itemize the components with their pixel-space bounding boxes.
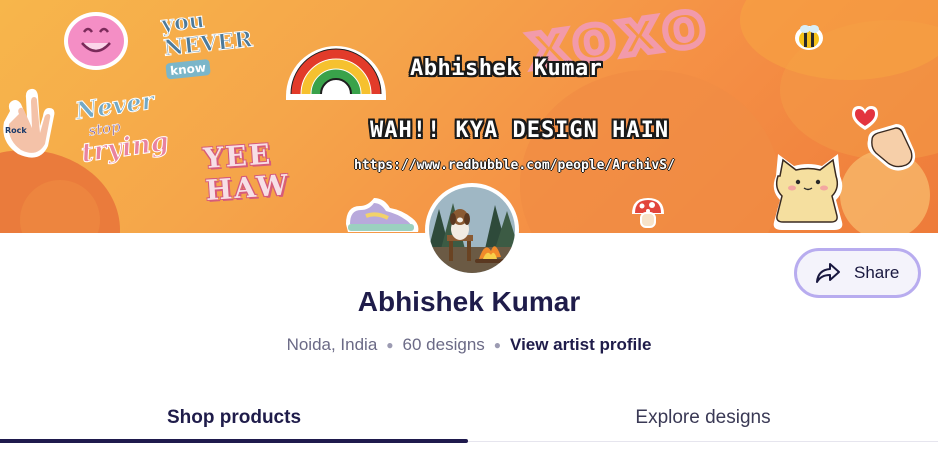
rock-label: Rock [5,126,27,135]
active-tab-indicator [0,439,468,443]
rock-hand-sticker: Rock [0,86,62,166]
profile-name: Abhishek Kumar [357,286,581,317]
profile-meta: Noida, India ● 60 designs ● View artist … [0,335,938,355]
heart-hand-icon [852,106,916,171]
profile-location: Noida, India [286,335,378,354]
yee-haw-sticker: YEE HAW [202,137,297,223]
profile-design-count: 60 designs [402,335,485,354]
share-label: Share [854,263,900,282]
smiley-icon [64,12,128,70]
share-arrow-icon [816,263,840,283]
separator-dot: ● [386,338,394,352]
never-know-word-3: know [165,59,211,80]
avatar-dog-campfire-icon [429,187,515,273]
sneaker-icon [346,198,419,232]
avatar[interactable] [425,183,519,277]
tab-shop-products[interactable]: Shop products [0,396,468,440]
tab-explore-designs[interactable]: Explore designs [468,396,938,440]
banner-title: Abhishek Kumar [410,56,603,81]
rainbow-icon [286,46,386,100]
banner-tagline: WAH!! KYA DESIGN HAIN [370,118,670,143]
mushroom-icon [632,198,664,228]
yeehaw-word-2: HAW [204,168,291,208]
bee-icon [795,25,823,50]
never-know-sticker: you NEVER know [159,4,258,113]
banner-blob [740,0,938,80]
profile-tabs: Shop products Explore designs [0,396,938,442]
separator-dot: ● [493,338,502,352]
cat-icon [773,154,843,230]
view-artist-profile-link[interactable]: View artist profile [510,335,651,355]
never-stop-trying-sticker: Never stop trying [73,85,175,193]
banner-url: https://www.redbubble.com/people/ArchivS… [354,158,675,173]
